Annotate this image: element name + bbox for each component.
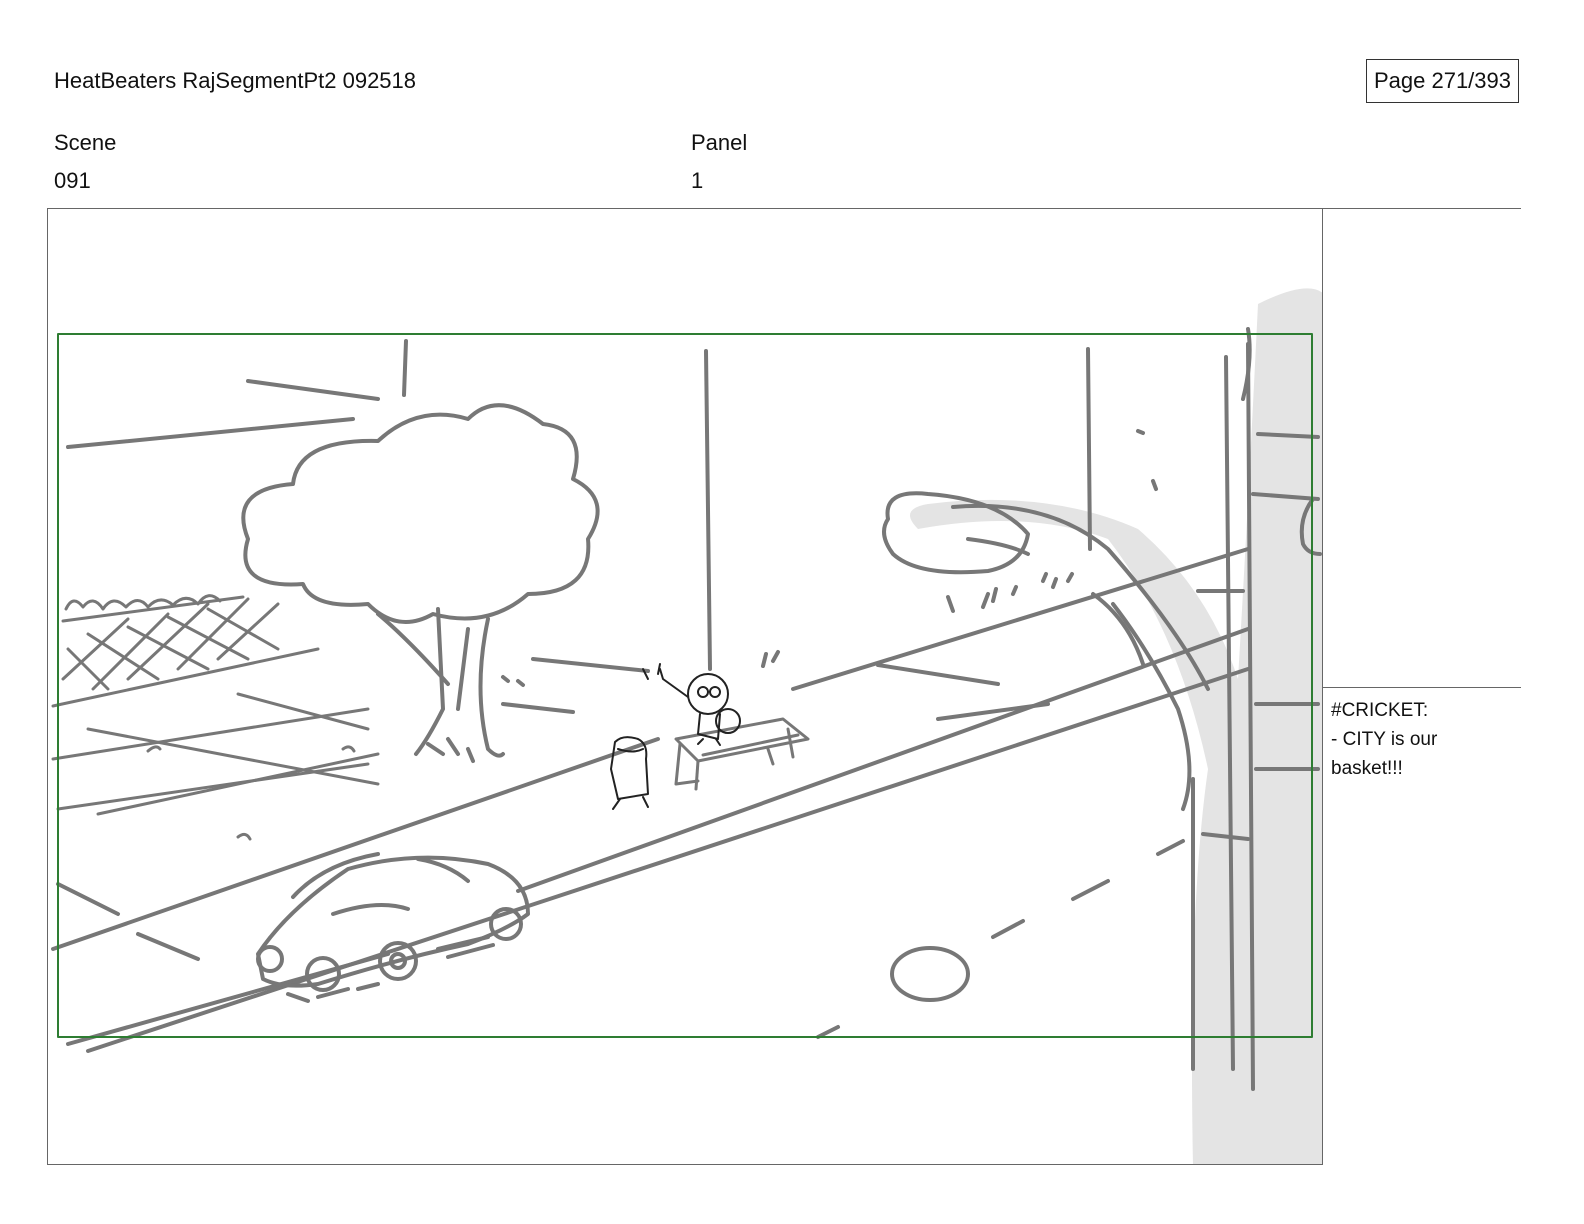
safe-frame xyxy=(57,333,1313,1038)
document-title: HeatBeaters RajSegmentPt2 092518 xyxy=(54,68,417,93)
storyboard-panel xyxy=(47,208,1323,1165)
note-line: #CRICKET: xyxy=(1331,700,1429,721)
notes-divider xyxy=(1323,687,1521,688)
scene-label: Scene xyxy=(54,130,117,155)
panel-notes: #CRICKET: - CITY is our basket!!! xyxy=(1331,696,1531,783)
note-line: basket!!! xyxy=(1331,758,1403,779)
page-number: Page 271/393 xyxy=(1366,59,1519,103)
notes-top-divider xyxy=(1323,208,1521,209)
note-line: - CITY is our xyxy=(1331,729,1438,750)
fence xyxy=(51,594,320,708)
plaza-grid xyxy=(51,692,380,841)
panel-sketch xyxy=(51,288,1322,1164)
scene-number: 091 xyxy=(54,168,91,193)
characters xyxy=(610,663,741,810)
bench xyxy=(674,717,810,791)
panel-label: Panel xyxy=(691,130,748,155)
panel-number: 1 xyxy=(691,168,704,193)
